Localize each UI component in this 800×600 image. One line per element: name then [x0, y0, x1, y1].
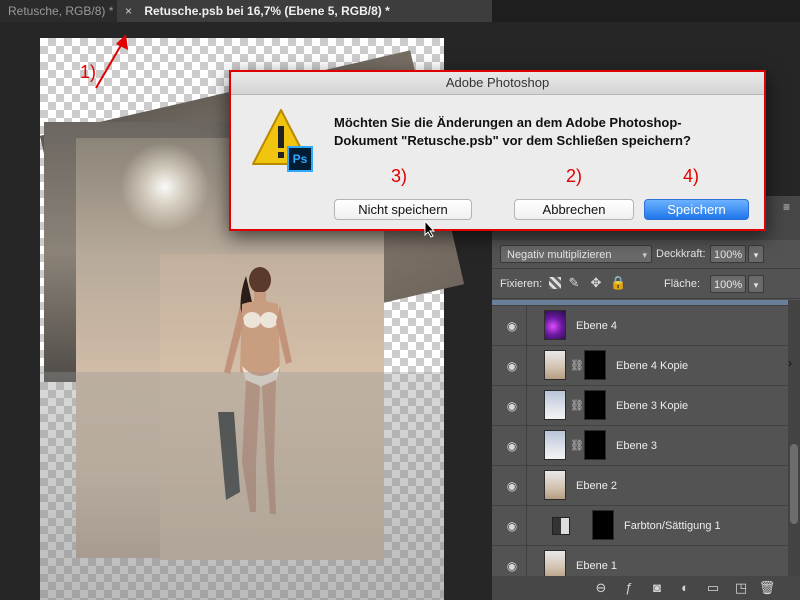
eye-icon[interactable]: ◉	[505, 399, 519, 413]
fx-icon[interactable]: ƒ	[620, 579, 638, 597]
eye-icon[interactable]: ◉	[505, 359, 519, 373]
blend-mode-value: Negativ multiplizieren	[507, 249, 612, 261]
opacity-label: Deckkraft:	[656, 248, 706, 260]
layer-name[interactable]: Ebene 2	[576, 466, 617, 506]
layer-name[interactable]: Ebene 4 Kopie	[616, 346, 688, 386]
lock-position-icon[interactable]: ✥	[588, 275, 604, 291]
sun-glare	[120, 142, 210, 232]
dialog-message-line-2: Dokument "Retusche.psb" vor dem Schließe…	[334, 133, 691, 148]
save-changes-dialog: Adobe Photoshop Ps Möchten Sie die Änder…	[229, 70, 766, 231]
annotation-step-4: 4)	[683, 166, 700, 186]
resize-cursor-icon: ›	[788, 356, 792, 370]
document-tab-bar: Retusche, RGB/8) * × Retusche.psb bei 16…	[0, 0, 800, 22]
link-icon[interactable]: ⛓	[570, 359, 584, 372]
blend-mode-row: Negativ multiplizieren ▾ Deckkraft: 100%…	[492, 240, 800, 269]
divider	[526, 426, 527, 466]
annotation-step-3: 3)	[391, 166, 408, 186]
adjustment-icon[interactable]: ◐	[676, 579, 694, 597]
divider	[526, 386, 527, 426]
dialog-message: Möchten Sie die Änderungen an dem Adobe …	[334, 114, 754, 150]
fill-label: Fläche:	[664, 278, 701, 290]
lock-row: Fixieren: ✎ ✥ 🔒 Fläche: 100% ▾	[492, 270, 800, 299]
layer-row[interactable]: ◉ ⛓ Ebene 3	[492, 426, 788, 466]
layer-name[interactable]: Ebene 3 Kopie	[616, 386, 688, 426]
blend-mode-select[interactable]: Negativ multiplizieren ▾	[500, 245, 652, 263]
dialog-message-line-1: Möchten Sie die Änderungen an dem Adobe …	[334, 115, 682, 130]
divider	[526, 306, 527, 346]
layer-thumbnail	[544, 350, 566, 380]
layer-mask-thumbnail[interactable]	[584, 390, 606, 420]
annotation-step-2: 2)	[566, 166, 583, 186]
mouse-cursor-icon	[424, 220, 436, 238]
photoshop-badge: Ps	[287, 146, 313, 172]
lock-label: Fixieren:	[500, 278, 543, 290]
layer-mask-thumbnail[interactable]	[584, 350, 606, 380]
mask-icon[interactable]: ◙	[648, 579, 666, 597]
divider	[526, 346, 527, 386]
opacity-value: 100%	[714, 249, 743, 261]
dont-save-button[interactable]: Nicht speichern	[334, 199, 472, 220]
save-button[interactable]: Speichern	[644, 199, 749, 220]
chevron-down-icon: ▾	[642, 250, 647, 260]
adjustment-layer-icon	[552, 517, 570, 535]
lock-brush-icon[interactable]: ✎	[566, 275, 582, 291]
dialog-title: Adobe Photoshop	[231, 72, 764, 95]
lock-transparency-icon[interactable]	[549, 277, 561, 289]
divider	[526, 546, 527, 576]
layers-scrollbar[interactable]	[788, 300, 800, 576]
layer-thumbnail	[544, 550, 566, 576]
trash-icon[interactable]: 🗑	[758, 579, 776, 597]
eye-icon[interactable]: ◉	[505, 319, 519, 333]
link-icon[interactable]: ⊖	[592, 579, 610, 597]
link-icon[interactable]: ⛓	[570, 399, 584, 412]
faded-figure-overlay	[40, 372, 444, 600]
layer-name[interactable]: Farbton/Sättigung 1	[624, 506, 721, 546]
tab-inactive-document[interactable]: Retusche, RGB/8) *	[0, 0, 117, 22]
layer-name[interactable]: Ebene 4	[576, 306, 617, 346]
eye-icon[interactable]: ◉	[505, 479, 519, 493]
chevron-down-icon: ▾	[753, 250, 759, 260]
opacity-input[interactable]: 100%	[710, 245, 746, 263]
layer-thumbnail	[544, 310, 566, 340]
layer-thumbnail	[544, 470, 566, 500]
cancel-button[interactable]: Abbrechen	[514, 199, 634, 220]
eye-icon[interactable]: ◉	[505, 559, 519, 573]
divider	[526, 466, 527, 506]
scrollbar-thumb[interactable]	[790, 444, 798, 524]
eye-icon[interactable]: ◉	[505, 519, 519, 533]
layers-panel: ≡ Negativ multiplizieren ▾ Deckkraft: 10…	[492, 196, 800, 600]
layer-thumbnail	[544, 390, 566, 420]
folder-icon[interactable]: ▭	[704, 579, 722, 597]
fill-value: 100%	[714, 279, 743, 291]
layers-panel-footer: ⊖ ƒ ◙ ◐ ▭ ◳ 🗑	[492, 576, 800, 600]
annotation-step-1: 1)	[80, 62, 97, 82]
fill-dropdown-button[interactable]: ▾	[748, 275, 764, 293]
divider	[526, 506, 527, 546]
layer-name[interactable]: Ebene 1	[576, 546, 617, 576]
layer-row[interactable]: ◉ Farbton/Sättigung 1	[492, 506, 788, 546]
tab-close-icon[interactable]: ×	[125, 0, 135, 22]
panel-menu-icon[interactable]: ≡	[783, 200, 790, 214]
layer-thumbnail	[544, 430, 566, 460]
chevron-down-icon: ▾	[753, 280, 759, 290]
fill-input[interactable]: 100%	[710, 275, 746, 293]
layer-mask-thumbnail[interactable]	[592, 510, 614, 540]
layer-name[interactable]: Ebene 3	[616, 426, 657, 466]
layer-row[interactable]: ◉ ⛓ Ebene 4 Kopie	[492, 346, 788, 386]
lock-all-icon[interactable]: 🔒	[610, 275, 626, 291]
layer-row[interactable]: ◉ ⛓ Ebene 3 Kopie	[492, 386, 788, 426]
new-layer-icon[interactable]: ◳	[732, 579, 750, 597]
tab-active-document[interactable]: × Retusche.psb bei 16,7% (Ebene 5, RGB/8…	[117, 0, 492, 22]
layer-row[interactable]: ◉ Ebene 4	[492, 306, 788, 346]
tab-active-label: Retusche.psb bei 16,7% (Ebene 5, RGB/8) …	[144, 4, 390, 18]
layer-row[interactable]: ◉ Ebene 1	[492, 546, 788, 576]
link-icon[interactable]: ⛓	[570, 439, 584, 452]
layer-mask-thumbnail[interactable]	[584, 430, 606, 460]
tab-inactive-label: Retusche, RGB/8) *	[8, 4, 114, 18]
layers-list[interactable]: ◉ Ebene 4 ◉ ⛓ Ebene 4 Kopie ◉ ⛓ Ebene 3 …	[492, 300, 788, 576]
layer-row[interactable]: ◉ Ebene 2	[492, 466, 788, 506]
eye-icon[interactable]: ◉	[505, 439, 519, 453]
opacity-dropdown-button[interactable]: ▾	[748, 245, 764, 263]
